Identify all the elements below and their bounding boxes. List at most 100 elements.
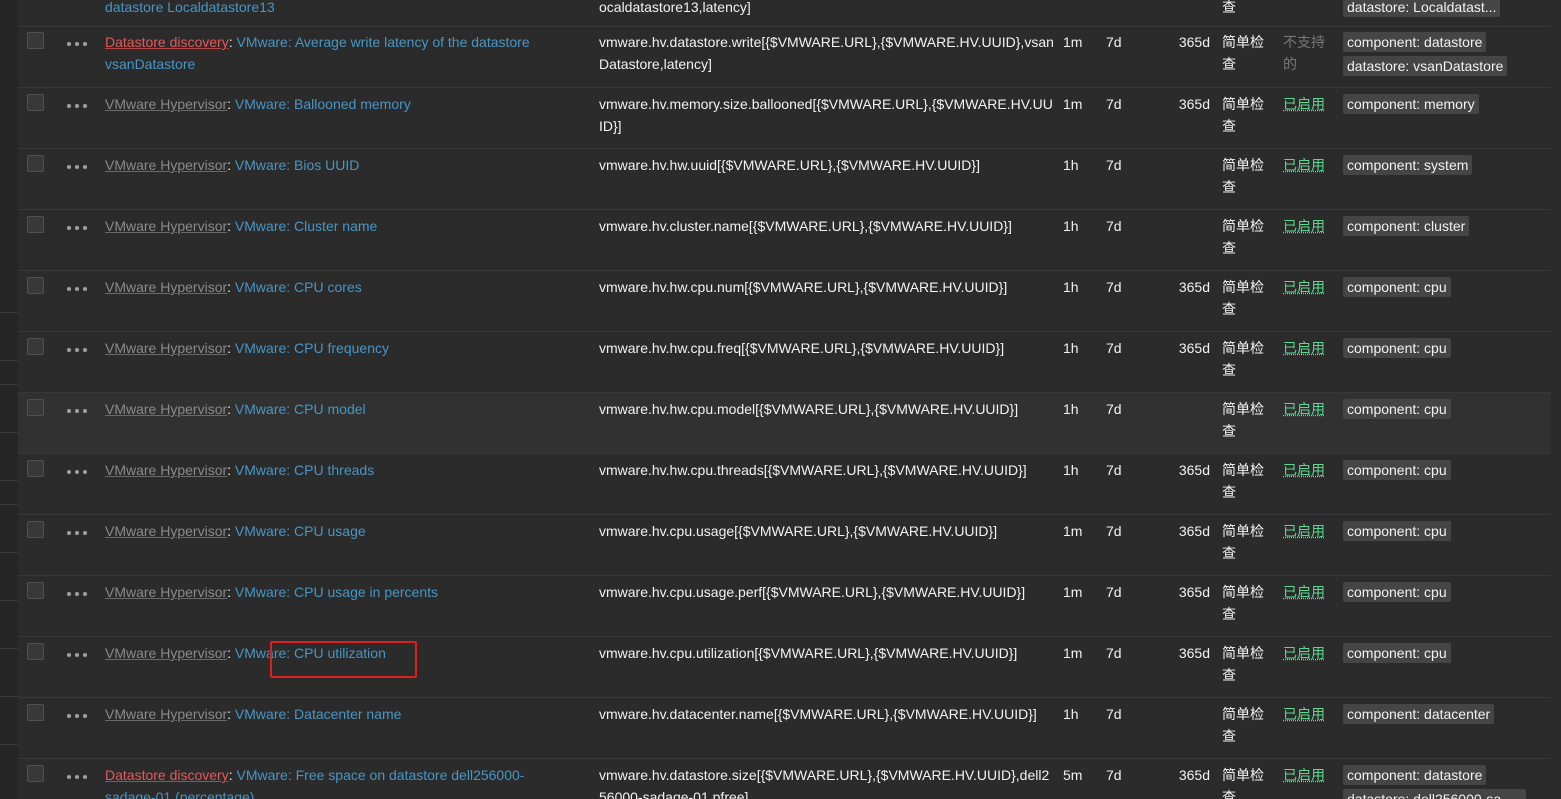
item-prefix-link[interactable]: VMware Hypervisor: [105, 218, 227, 234]
row-checkbox[interactable]: [27, 94, 44, 111]
item-status[interactable]: 已启用: [1283, 581, 1338, 603]
item-prefix-link[interactable]: VMware Hypervisor: [105, 340, 227, 356]
tag-badge[interactable]: datastore: dell256000-sadage-01: [1343, 789, 1526, 799]
item-prefix-link[interactable]: VMware Hypervisor: [105, 96, 227, 112]
item-status[interactable]: 已启用: [1283, 93, 1338, 115]
item-prefix-link[interactable]: VMware Hypervisor: [105, 462, 227, 478]
tag-badge[interactable]: component: datastore: [1343, 765, 1487, 785]
item-status[interactable]: 已启用: [1283, 520, 1338, 542]
item-tags: component: cpu: [1343, 336, 1543, 360]
item-status[interactable]: 已启用: [1283, 764, 1338, 786]
more-actions-icon[interactable]: [67, 224, 89, 232]
tag-badge[interactable]: component: memory: [1343, 94, 1479, 114]
item-prefix-link[interactable]: VMware Hypervisor: [105, 157, 227, 173]
tag-badge[interactable]: component: cpu: [1343, 460, 1451, 480]
item-name-separator: :: [228, 767, 237, 783]
item-prefix-link[interactable]: Datastore discovery: [105, 34, 229, 50]
more-actions-icon[interactable]: [67, 163, 89, 171]
item-name-link[interactable]: VMware: CPU frequency: [235, 340, 389, 356]
item-type: 简单检查: [1222, 645, 1264, 683]
tag-badge[interactable]: datastore: vsanDatastore: [1343, 56, 1508, 76]
row-checkbox[interactable]: [27, 643, 44, 660]
item-status[interactable]: 已启用: [1283, 459, 1338, 481]
item-key: ocaldatastore13,latency]: [599, 0, 751, 15]
item-prefix-link[interactable]: VMware Hypervisor: [105, 401, 227, 417]
item-name-link[interactable]: VMware: Cluster name: [235, 218, 377, 234]
tag-badge[interactable]: component: system: [1343, 155, 1473, 175]
more-actions-icon[interactable]: [67, 346, 89, 354]
item-tags: datastore: Localdatast...: [1343, 0, 1543, 19]
tag-badge[interactable]: component: datastore: [1343, 32, 1487, 52]
item-name-link[interactable]: VMware: CPU usage in percents: [235, 584, 438, 600]
row-checkbox[interactable]: [27, 460, 44, 477]
more-actions-icon[interactable]: [67, 590, 89, 598]
row-checkbox[interactable]: [27, 582, 44, 599]
item-trends: 365d: [1178, 645, 1210, 661]
item-prefix-link[interactable]: Datastore discovery: [105, 767, 229, 783]
item-status[interactable]: 已启用: [1283, 337, 1338, 359]
table-row: VMware Hypervisor: VMware: Cluster name v…: [18, 210, 1551, 271]
row-checkbox[interactable]: [27, 704, 44, 721]
row-checkbox[interactable]: [27, 521, 44, 538]
more-actions-icon[interactable]: [67, 407, 89, 415]
more-actions-icon[interactable]: [67, 712, 89, 720]
more-actions-icon[interactable]: [67, 468, 89, 476]
tag-badge[interactable]: component: cpu: [1343, 643, 1451, 663]
row-checkbox[interactable]: [27, 216, 44, 233]
item-status[interactable]: 已启用: [1283, 276, 1338, 298]
item-type: 简单检查: [1222, 706, 1264, 744]
row-checkbox[interactable]: [27, 32, 44, 49]
tag-badge[interactable]: component: cpu: [1343, 399, 1451, 419]
row-checkbox[interactable]: [27, 399, 44, 416]
item-key: vmware.hv.hw.cpu.freq[{$VMWARE.URL},{$VM…: [599, 340, 1005, 356]
item-name-cell: VMware Hypervisor: VMware: CPU usage in …: [105, 581, 575, 603]
item-prefix-link[interactable]: VMware Hypervisor: [105, 645, 227, 661]
item-prefix-link[interactable]: VMware Hypervisor: [105, 584, 227, 600]
tag-badge[interactable]: component: cpu: [1343, 277, 1451, 297]
item-status[interactable]: 已启用: [1283, 642, 1338, 664]
item-tags: component: cpu: [1343, 275, 1543, 299]
tag-badge[interactable]: datastore: Localdatast...: [1343, 0, 1501, 17]
item-name-link[interactable]: VMware: CPU model: [235, 401, 366, 417]
tag-badge[interactable]: component: cluster: [1343, 216, 1470, 236]
item-name-link[interactable]: VMware: CPU usage: [235, 523, 366, 539]
row-checkbox[interactable]: [27, 277, 44, 294]
item-status[interactable]: 已启用: [1283, 703, 1338, 725]
row-checkbox[interactable]: [27, 765, 44, 782]
item-name-link[interactable]: datastore Localdatastore13: [105, 0, 275, 15]
item-name-link[interactable]: VMware: Ballooned memory: [235, 96, 411, 112]
item-prefix-link[interactable]: VMware Hypervisor: [105, 523, 227, 539]
item-name-cell: VMware Hypervisor: VMware: CPU threads: [105, 459, 575, 481]
item-status[interactable]: 已启用: [1283, 398, 1338, 420]
more-actions-icon[interactable]: [67, 773, 89, 781]
more-actions-icon[interactable]: [67, 651, 89, 659]
item-history: 7d: [1106, 767, 1122, 783]
item-name-link[interactable]: VMware: Bios UUID: [235, 157, 359, 173]
item-interval: 1h: [1063, 340, 1079, 356]
more-actions-icon[interactable]: [67, 40, 89, 48]
row-checkbox[interactable]: [27, 338, 44, 355]
item-status[interactable]: 已启用: [1283, 215, 1338, 237]
item-tags: component: datastore datastore: dell25600…: [1343, 763, 1543, 799]
item-name-link[interactable]: VMware: CPU cores: [235, 279, 362, 295]
item-name-link[interactable]: VMware: CPU threads: [235, 462, 374, 478]
item-name-link[interactable]: VMware: Datacenter name: [235, 706, 402, 722]
item-status[interactable]: 已启用: [1283, 154, 1338, 176]
item-interval: 1m: [1063, 96, 1083, 112]
item-key: vmware.hv.datastore.write[{$VMWARE.URL},…: [599, 34, 1054, 72]
tag-badge[interactable]: component: cpu: [1343, 521, 1451, 541]
more-actions-icon[interactable]: [67, 529, 89, 537]
item-trends: 365d: [1178, 340, 1210, 356]
item-prefix-link[interactable]: VMware Hypervisor: [105, 706, 227, 722]
item-name-link[interactable]: VMware: CPU utilization: [235, 645, 386, 661]
table-row: VMware Hypervisor: VMware: CPU cores vmwa…: [18, 271, 1551, 332]
row-checkbox[interactable]: [27, 155, 44, 172]
item-prefix-link[interactable]: VMware Hypervisor: [105, 279, 227, 295]
table-row: VMware Hypervisor: VMware: Ballooned mem…: [18, 88, 1551, 149]
tag-badge[interactable]: component: datacenter: [1343, 704, 1495, 724]
tag-badge[interactable]: component: cpu: [1343, 338, 1451, 358]
tag-badge[interactable]: component: cpu: [1343, 582, 1451, 602]
more-actions-icon[interactable]: [67, 102, 89, 110]
more-actions-icon[interactable]: [67, 285, 89, 293]
item-history: 7d: [1106, 462, 1122, 478]
